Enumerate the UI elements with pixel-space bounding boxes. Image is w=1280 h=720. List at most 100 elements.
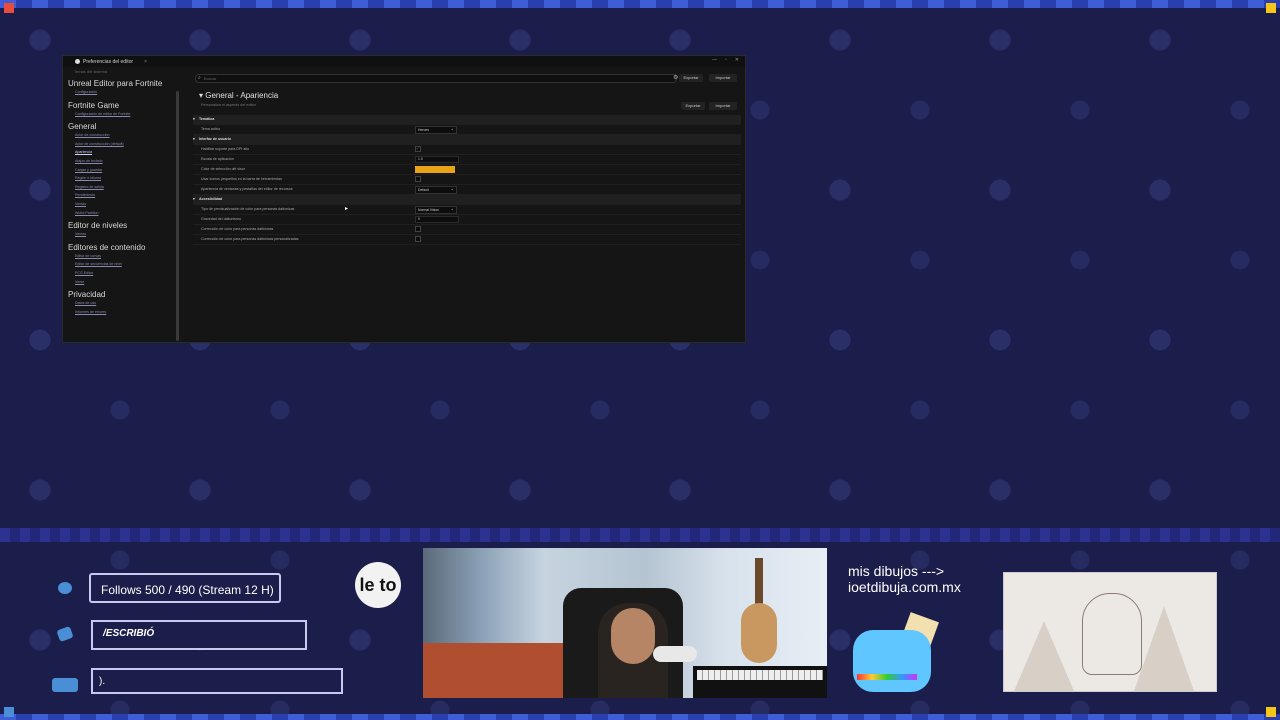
sidebar-item[interactable]: Rendimiento: [66, 191, 174, 200]
setting-label: Escala de aplicación: [201, 157, 234, 161]
sidebar-item[interactable]: World Partition: [66, 209, 174, 218]
promo-line-2: ioetdibuja.com.mx: [848, 579, 961, 595]
setting-checkbox[interactable]: [415, 226, 421, 232]
setting-checkbox[interactable]: [415, 176, 421, 182]
sidebar-item-cut[interactable]: Temas del sistema: [66, 69, 174, 75]
setting-dropdown[interactable]: Heroes: [415, 126, 457, 134]
setting-dropdown[interactable]: Normal Vision: [415, 206, 457, 214]
settings-row: Tema activo Heroes: [193, 125, 741, 135]
settings-main-panel: ⌕ Buscar ⚙ Exportar Importar ▾ General -…: [193, 72, 741, 338]
settings-category[interactable]: ▾ Temática: [193, 115, 741, 125]
sidebar-item[interactable]: PCG Editor: [66, 269, 174, 278]
sidebar-item[interactable]: Configuración: [66, 88, 174, 97]
sidebar-item[interactable]: Atajos de teclado: [66, 157, 174, 166]
sidebar-item[interactable]: Actor de construcción (default): [66, 140, 174, 149]
setting-label: Color de selección del visor: [201, 167, 245, 171]
sidebar-item[interactable]: Verse: [66, 278, 174, 287]
guitar-icon: [741, 603, 777, 663]
fish-icon: [52, 678, 78, 692]
setting-label: Apariencia de ventanas y pestañas del ed…: [201, 187, 293, 191]
search-input[interactable]: ⌕ Buscar: [195, 74, 677, 83]
sketch-mountain: [1014, 621, 1074, 691]
settings-category[interactable]: ▾ Accesibilidad: [193, 195, 741, 205]
setting-label: Tema activo: [201, 127, 221, 131]
settings-row: Habilitar soporte para DPI alto ✓: [193, 145, 741, 155]
setting-number-input[interactable]: 0: [415, 216, 459, 223]
frame-corner-yellow-bottom: [1266, 707, 1276, 717]
channel-logo: le to: [355, 562, 401, 608]
setting-label: Gravedad del daltonismo: [201, 217, 241, 221]
sidebar-item[interactable]: Editor de curvas: [66, 252, 174, 261]
category-label: Interfaz de usuario: [199, 137, 231, 141]
chevron-down-icon: ▾: [193, 197, 195, 201]
tab-title: Preferencias del editor: [83, 58, 134, 65]
setting-dropdown[interactable]: Default: [415, 186, 457, 194]
sidebar-item[interactable]: Apariencia: [66, 148, 174, 157]
page-title-text: General - Apariencia: [205, 91, 279, 100]
webcam-bed: [423, 643, 563, 698]
sketch-character: [1082, 593, 1142, 675]
gear-icon[interactable]: ⚙: [673, 74, 678, 81]
minimize-button[interactable]: —: [712, 57, 717, 63]
setting-label: Corrección de color para personas daltón…: [201, 237, 299, 241]
keyboard-instrument: [693, 666, 827, 698]
sidebar-section-title: Editores de contenido: [68, 242, 146, 252]
tab-preferences[interactable]: Preferencias del editor ×: [75, 59, 147, 65]
logo-text: le to: [359, 575, 397, 595]
sidebar-item[interactable]: Ventas: [66, 230, 174, 239]
sidebar-item[interactable]: Registro de salida: [66, 183, 174, 192]
settings-row: Escala de aplicación 1.0: [193, 155, 741, 165]
overlay-divider: [0, 528, 1280, 542]
follows-goal-box: Follows 500 / 490 (Stream 12 H): [89, 573, 281, 603]
page-title: ▾ General - Apariencia: [199, 91, 279, 100]
guitar-neck: [755, 558, 763, 608]
sidebar-scrollbar[interactable]: [176, 91, 179, 341]
heart-icon: [58, 582, 72, 594]
sidebar-item[interactable]: Datos de uso: [66, 299, 174, 308]
mascot-body: [853, 630, 931, 692]
sidebar-item[interactable]: Actor de construcción: [66, 131, 174, 140]
settings-sidebar: Temas del sistema Unreal Editor para For…: [66, 69, 174, 338]
setting-label: Habilitar soporte para DPI alto: [201, 147, 250, 151]
frame-corner-yellow: [1266, 3, 1276, 13]
sidebar-item[interactable]: Configuración de editor de Fortnite: [66, 110, 174, 119]
sidebar-item[interactable]: Informes de errores: [66, 308, 174, 317]
import-button[interactable]: Importar: [709, 102, 737, 110]
import-button-top[interactable]: Importar: [709, 74, 737, 82]
export-button[interactable]: Exportar: [681, 102, 705, 110]
mascot-rainbow: [857, 674, 917, 680]
setting-number-input[interactable]: 1.0: [415, 156, 459, 163]
setting-checkbox[interactable]: ✓: [415, 146, 421, 152]
maximize-button[interactable]: ▫: [725, 57, 727, 63]
frame-corner-blue: [4, 707, 14, 717]
microphone-icon: [653, 646, 697, 662]
sketch-mountain: [1134, 606, 1194, 691]
close-window-button[interactable]: ✕: [735, 57, 739, 63]
settings-row: Corrección de color para personas daltón…: [193, 225, 741, 235]
color-swatch[interactable]: [415, 166, 455, 173]
drawing-preview: [1003, 572, 1217, 692]
webcam-feed: [423, 548, 827, 698]
chat-bubble-icon: [56, 625, 74, 643]
category-label: Temática: [199, 117, 215, 121]
sidebar-item[interactable]: Cargar y guardar: [66, 166, 174, 175]
sidebar-section-title: Unreal Editor para Fortnite: [68, 79, 163, 88]
settings-category[interactable]: ▾ Interfaz de usuario: [193, 135, 741, 145]
webcam-face: [611, 608, 655, 664]
setting-label: Tipo de previsualización de color para p…: [201, 207, 295, 211]
chevron-down-icon: ▾: [193, 137, 195, 141]
sidebar-item[interactable]: Ventas: [66, 200, 174, 209]
search-icon: ⌕: [198, 75, 201, 81]
mascot-character: [845, 612, 955, 712]
chevron-down-icon: ▾: [193, 117, 195, 121]
sidebar-item[interactable]: Editor de secuencias de nivel: [66, 260, 174, 269]
settings-row: Tipo de previsualización de color para p…: [193, 205, 741, 215]
settings-row: Gravedad del daltonismo 0: [193, 215, 741, 225]
chat-message-box: ).: [91, 668, 343, 694]
search-placeholder: Buscar: [204, 76, 217, 81]
close-tab-icon[interactable]: ×: [144, 59, 147, 65]
sidebar-item[interactable]: Región e idioma: [66, 174, 174, 183]
export-button-top[interactable]: Exportar: [679, 74, 703, 82]
promo-line-1: mis dibujos --->: [848, 563, 945, 579]
setting-checkbox[interactable]: [415, 236, 421, 242]
